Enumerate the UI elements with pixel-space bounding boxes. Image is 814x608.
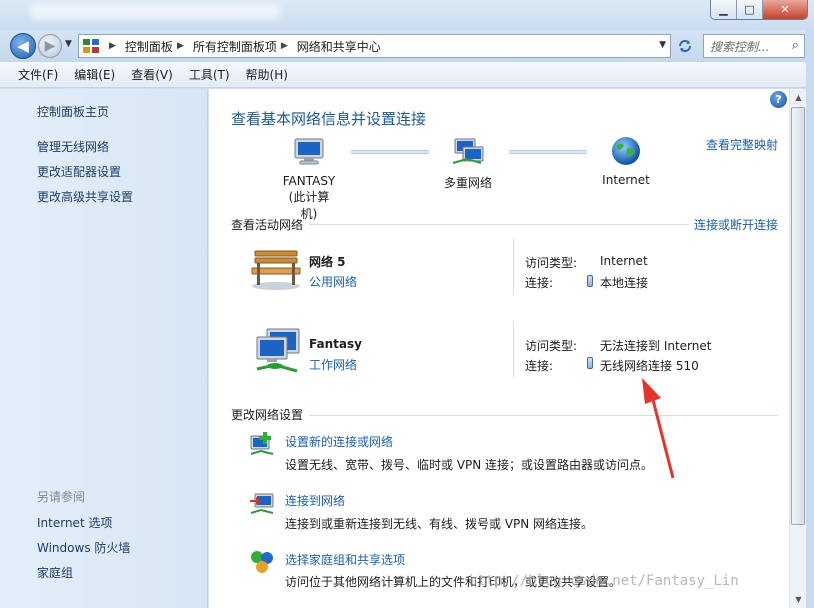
globe-icon [612, 137, 640, 165]
help-icon[interactable]: ? [770, 91, 787, 108]
new-connection-icon [250, 432, 274, 455]
network-type-link[interactable]: 公用网络 [309, 273, 357, 290]
search-input[interactable]: 搜索控制... ⌕ [703, 34, 805, 58]
window-frame [806, 30, 814, 608]
section-divider [309, 415, 778, 416]
address-bar[interactable]: ▶ 控制面板 ▶ 所有控制面板项 ▶ 网络和共享中心 ▼ [78, 34, 671, 58]
map-node-multiple-networks[interactable]: 多重网络 [436, 137, 500, 191]
map-node-internet[interactable]: Internet [596, 135, 656, 187]
scroll-down-icon[interactable]: ▼ [790, 591, 807, 608]
close-button[interactable]: ✕ [763, 0, 807, 19]
active-networks-heading: 查看活动网络 [231, 218, 304, 232]
computer-name: FANTASY [282, 174, 336, 188]
refresh-button[interactable] [674, 35, 696, 57]
task-pane: 控制面板主页 管理无线网络 更改适配器设置 更改高级共享设置 另请参阅 Inte… [0, 89, 208, 608]
blurred-window-title [30, 4, 280, 20]
work-network-icon [256, 328, 300, 373]
window-controls: ▁ □ ✕ [710, 0, 808, 20]
menu-bar: 文件(F) 编辑(E) 查看(V) 工具(T) 帮助(H) [0, 62, 814, 88]
map-node-computer[interactable]: FANTASY (此计算机) [281, 137, 337, 222]
back-button[interactable]: ◀ [10, 33, 36, 59]
menu-file[interactable]: 文件(F) [10, 66, 66, 83]
connect-network-icon [250, 493, 274, 514]
recent-pages-dropdown-icon[interactable]: ▼ [65, 39, 72, 49]
main-content: ? 查看基本网络信息并设置连接 查看完整映射 FANTASY (此计算机) 多重… [209, 89, 789, 608]
chevron-right-icon[interactable]: ▶ [177, 41, 184, 51]
column-divider [513, 321, 514, 377]
connect-disconnect-link[interactable]: 连接或断开连接 [694, 216, 778, 233]
title-bar: ▁ □ ✕ [0, 0, 814, 30]
see-also-heading: 另请参阅 [37, 490, 86, 504]
wireless-connection-link[interactable]: 无线网络连接 510 [600, 357, 699, 374]
scrollbar-thumb[interactable] [791, 107, 805, 525]
map-connection-line [351, 150, 429, 154]
scroll-up-icon[interactable]: ▲ [790, 89, 807, 106]
forward-button[interactable]: ▶ [38, 34, 62, 58]
connections-label: 连接: [525, 359, 554, 373]
multiple-networks-label: 多重网络 [443, 176, 492, 190]
chevron-right-icon[interactable]: ▶ [281, 41, 288, 51]
ethernet-icon [587, 275, 593, 287]
menu-edit[interactable]: 编辑(E) [66, 66, 123, 83]
sidebar-item-advanced-sharing[interactable]: 更改高级共享设置 [37, 188, 133, 205]
park-bench-icon [251, 250, 301, 290]
menu-tools[interactable]: 工具(T) [181, 66, 238, 83]
breadcrumb-control-panel[interactable]: 控制面板 [125, 38, 173, 55]
network-type-link[interactable]: 工作网络 [309, 356, 357, 373]
local-connection-link[interactable]: 本地连接 [600, 274, 648, 291]
vertical-scrollbar[interactable]: ▲ ▼ [789, 89, 806, 608]
sidebar-item-homegroup[interactable]: 家庭组 [37, 564, 73, 581]
access-type-label: 访问类型: [525, 339, 578, 353]
chevron-right-icon[interactable]: ▶ [109, 41, 116, 51]
internet-label: Internet [602, 173, 650, 187]
address-dropdown-icon[interactable]: ▼ [659, 40, 666, 50]
access-type-value: Internet [600, 254, 648, 268]
connect-to-network-link[interactable]: 连接到网络 [285, 492, 345, 509]
refresh-icon [679, 40, 691, 52]
navigation-bar: ◀ ▶ ▼ ▶ 控制面板 ▶ 所有控制面板项 ▶ 网络和共享中心 ▼ 搜索控制.… [0, 30, 814, 62]
homegroup-icon [251, 551, 273, 573]
network-name: Fantasy [309, 337, 362, 351]
task-description: 连接到或重新连接到无线、有线、拨号或 VPN 网络连接。 [285, 517, 594, 531]
access-type-value: 无法连接到 Internet [600, 339, 712, 353]
network-name: 网络 5 [309, 255, 346, 269]
wireless-icon [587, 357, 593, 369]
column-divider [513, 239, 514, 295]
sidebar-item-internet-options[interactable]: Internet 选项 [37, 514, 112, 531]
sidebar-item-windows-firewall[interactable]: Windows 防火墙 [37, 539, 130, 556]
minimize-button[interactable]: ▁ [711, 0, 737, 19]
breadcrumb-all-items[interactable]: 所有控制面板项 [193, 38, 277, 55]
search-icon[interactable]: ⌕ [792, 38, 799, 53]
setup-new-connection-link[interactable]: 设置新的连接或网络 [285, 433, 393, 450]
computer-icon [294, 138, 324, 165]
search-placeholder: 搜索控制... [710, 39, 770, 54]
view-full-map-link[interactable]: 查看完整映射 [706, 136, 778, 153]
sidebar-item-home[interactable]: 控制面板主页 [37, 103, 109, 120]
access-type-label: 访问类型: [525, 256, 578, 270]
multiple-networks-icon [452, 138, 484, 164]
menu-help[interactable]: 帮助(H) [238, 66, 296, 83]
map-connection-line [509, 150, 587, 154]
connections-label: 连接: [525, 276, 554, 290]
control-panel-icon [83, 39, 99, 53]
sidebar-item-adapter-settings[interactable]: 更改适配器设置 [37, 163, 121, 180]
maximize-button[interactable]: □ [737, 0, 763, 19]
homegroup-sharing-link[interactable]: 选择家庭组和共享选项 [285, 551, 405, 568]
page-title: 查看基本网络信息并设置连接 [231, 110, 427, 128]
breadcrumb-network-center[interactable]: 网络和共享中心 [297, 38, 381, 55]
section-divider [309, 224, 689, 225]
sidebar-item-manage-wireless[interactable]: 管理无线网络 [37, 138, 109, 155]
task-description: 设置无线、宽带、拨号、临时或 VPN 连接；或设置路由器或访问点。 [285, 458, 654, 472]
change-settings-heading: 更改网络设置 [231, 408, 304, 422]
watermark: http://blog.csdn.net/Fantasy_Lin [469, 573, 739, 589]
menu-view[interactable]: 查看(V) [123, 66, 181, 83]
